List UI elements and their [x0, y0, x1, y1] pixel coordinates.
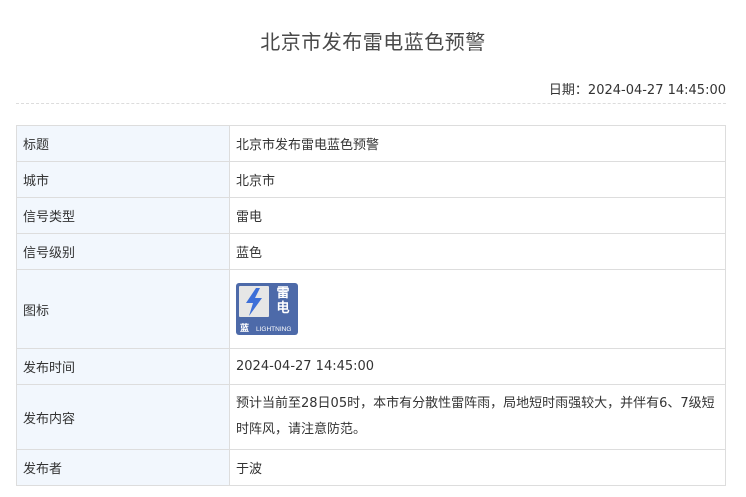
row-value: 2024-04-27 14:45:00 [229, 348, 726, 385]
row-value: 蓝色 [229, 233, 726, 270]
row-key: 标题 [16, 125, 230, 162]
table-row-publish-time: 发布时间 2024-04-27 14:45:00 [16, 348, 726, 385]
table-row-title: 标题 北京市发布雷电蓝色预警 [16, 125, 726, 162]
row-value: 北京市 [229, 161, 726, 198]
page-title: 北京市发布雷电蓝色预警 [260, 30, 486, 54]
row-key: 发布内容 [16, 384, 230, 450]
row-value: 预计当前至28日05时，本市有分散性雷阵雨，局地短时雨强较大，并伴有6、7级短时… [229, 384, 726, 450]
table-row-publisher: 发布者 于波 [16, 449, 726, 486]
row-value: 雷电 [229, 197, 726, 234]
table-row-signal-level: 信号级别 蓝色 [16, 233, 726, 270]
row-key: 发布者 [16, 449, 230, 486]
table-row-icon: 图标 雷 电 蓝 LIGHTNING [16, 269, 726, 349]
icon-level-char: 蓝 [240, 324, 250, 334]
warning-info-table: 标题 北京市发布雷电蓝色预警 城市 北京市 信号类型 雷电 信号级别 蓝色 图标… [16, 125, 726, 486]
table-row-signal-type: 信号类型 雷电 [16, 197, 726, 234]
table-row-publish-content: 发布内容 预计当前至28日05时，本市有分散性雷阵雨，局地短时雨强较大，并伴有6… [16, 384, 726, 450]
table-row-city: 城市 北京市 [16, 161, 726, 198]
icon-left-panel [239, 286, 269, 317]
row-key: 发布时间 [16, 348, 230, 385]
icon-char-top: 雷 [276, 286, 290, 301]
lightning-bolt-icon [246, 288, 262, 316]
row-key: 城市 [16, 161, 230, 198]
date-label: 日期： [548, 83, 588, 98]
icon-char-bottom: 电 [276, 301, 290, 316]
row-value: 北京市发布雷电蓝色预警 [229, 125, 726, 162]
icon-english-label: LIGHTNING [256, 326, 292, 333]
dashed-divider [16, 103, 726, 104]
row-key: 信号类型 [16, 197, 230, 234]
row-value: 雷 电 蓝 LIGHTNING [229, 269, 726, 349]
row-key: 信号级别 [16, 233, 230, 270]
publish-date: 日期：2024-04-27 14:45:00 [549, 79, 726, 98]
lightning-blue-signal-icon: 雷 电 蓝 LIGHTNING [236, 283, 298, 335]
row-key: 图标 [16, 269, 230, 349]
date-value: 2024-04-27 14:45:00 [587, 83, 726, 98]
row-value: 于波 [229, 449, 726, 486]
icon-bottom-band: 蓝 LIGHTNING [236, 321, 298, 335]
